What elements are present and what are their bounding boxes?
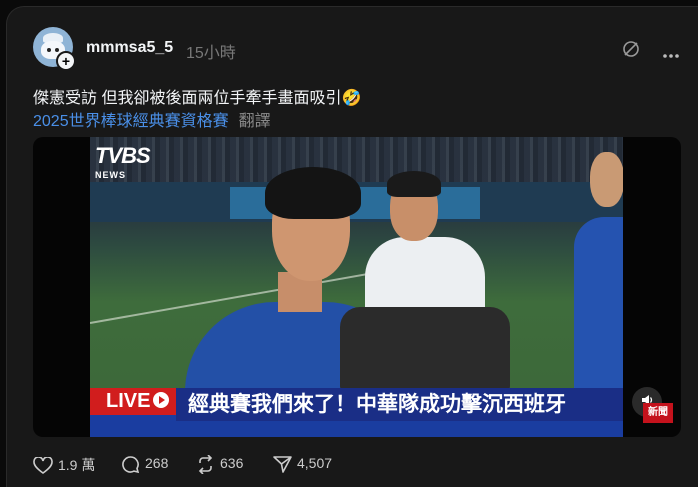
channel-logo: TVBS xyxy=(95,143,151,168)
more-icon[interactable] xyxy=(662,46,680,64)
staff-hair xyxy=(387,171,441,197)
translate-link[interactable]: 翻譯 xyxy=(239,113,271,130)
like-button[interactable]: 1.9 萬 xyxy=(33,455,95,475)
post-caption: 傑憲受訪 但我卻被後面兩位手牽手畫面吸引🤣 xyxy=(33,90,362,107)
comment-count: 268 xyxy=(145,455,169,472)
topic-tag[interactable]: 2025世界棒球經典賽資格賽 xyxy=(33,113,229,130)
microphones xyxy=(340,307,510,392)
video-frame: TVBS NEWS LIVE 經典賽我們來了！中華隊成功擊沉西班牙 xyxy=(90,137,623,437)
corner-tag: 新聞 xyxy=(643,403,673,423)
avatar-eye-right xyxy=(55,48,59,52)
eye-off-icon[interactable] xyxy=(621,39,641,64)
comment-button[interactable]: 268 xyxy=(121,455,168,474)
tvbs-logo: TVBS NEWS xyxy=(95,143,165,181)
avatar-eye-left xyxy=(47,48,51,52)
share-count: 4,507 xyxy=(297,455,333,472)
news-headline: 經典賽我們來了！中華隊成功擊沉西班牙 xyxy=(176,388,623,421)
stadium-stands xyxy=(90,137,623,185)
comment-icon xyxy=(122,456,140,474)
live-badge: LIVE xyxy=(90,388,176,415)
play-icon xyxy=(153,391,170,408)
follow-plus-icon[interactable]: + xyxy=(56,51,76,71)
share-button[interactable]: 4,507 xyxy=(273,455,332,474)
post-time[interactable]: 15小時 xyxy=(186,39,236,63)
video-player[interactable]: TVBS NEWS LIVE 經典賽我們來了！中華隊成功擊沉西班牙 新聞 xyxy=(33,137,681,437)
username[interactable]: mmmsa5_5 xyxy=(86,39,173,57)
ticker-bar xyxy=(90,421,623,437)
like-count: 1.9 萬 xyxy=(58,457,96,473)
heart-icon xyxy=(33,456,53,475)
repost-icon xyxy=(198,454,213,475)
live-label: LIVE xyxy=(106,390,151,412)
repost-count: 636 xyxy=(220,455,244,472)
teammate-head xyxy=(590,152,623,207)
repost-button[interactable]: 636 xyxy=(196,454,244,475)
player-hair xyxy=(265,167,361,219)
channel-sub: NEWS xyxy=(95,170,126,180)
send-icon xyxy=(273,456,292,473)
tag-line: 2025世界棒球經典賽資格賽 翻譯 xyxy=(33,107,271,131)
